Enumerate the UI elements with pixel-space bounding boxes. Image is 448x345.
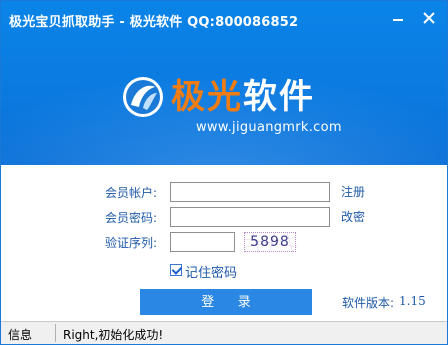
minimize-icon xyxy=(393,19,403,21)
verify-serial-field[interactable] xyxy=(170,232,235,252)
version-value: 1.15 xyxy=(399,294,426,308)
status-divider xyxy=(55,324,56,342)
brand-logo-text: 极光软件 xyxy=(171,69,315,118)
status-message: Right,初始化成功! xyxy=(63,328,164,342)
member-account-field[interactable] xyxy=(170,182,330,202)
member-account-label: 会员帐户: xyxy=(105,186,158,200)
brand-url: www.jiguangmrk.com xyxy=(196,120,342,135)
member-password-field[interactable] xyxy=(170,207,330,227)
close-icon xyxy=(423,12,435,24)
status-bar: 信息 Right,初始化成功! xyxy=(1,321,447,344)
checkbox-checked-icon[interactable] xyxy=(170,264,182,276)
aurora-logo-icon xyxy=(121,75,165,119)
status-label: 信息 xyxy=(8,328,33,342)
remember-password-label: 记住密码 xyxy=(185,266,238,281)
header-banner: 极光宝贝抓取助手 - 极光软件 QQ:800086852 极光软件 www.ji xyxy=(1,1,447,165)
change-password-link[interactable]: 改密 xyxy=(341,208,365,225)
version-label: 软件版本: xyxy=(342,296,395,310)
window-title: 极光宝贝抓取助手 - 极光软件 QQ:800086852 xyxy=(9,15,299,30)
member-password-label: 会员密码: xyxy=(105,211,158,225)
register-link[interactable]: 注册 xyxy=(341,183,365,200)
captcha-code: 5898 xyxy=(250,234,290,250)
close-button[interactable] xyxy=(420,9,438,27)
brand-logo-accent: 极光 xyxy=(171,77,243,117)
minimize-button[interactable] xyxy=(389,9,407,27)
brand-logo-main: 软件 xyxy=(243,77,315,117)
login-button[interactable]: 登 录 xyxy=(140,289,312,315)
login-window: 极光宝贝抓取助手 - 极光软件 QQ:800086852 极光软件 www.ji xyxy=(0,0,448,345)
verify-serial-label: 验证序列: xyxy=(105,236,158,250)
captcha-image[interactable]: 5898 xyxy=(244,232,297,253)
title-bar[interactable]: 极光宝贝抓取助手 - 极光软件 QQ:800086852 xyxy=(1,1,447,35)
